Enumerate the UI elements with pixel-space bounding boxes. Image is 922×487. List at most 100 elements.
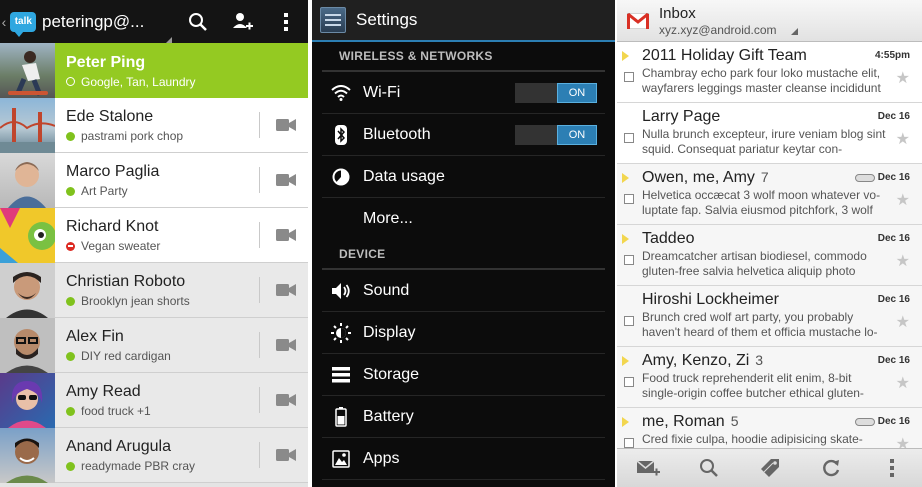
video-camera-icon[interactable] (272, 440, 300, 470)
star-icon[interactable]: ★ (896, 312, 910, 332)
bottom-action-bar (617, 448, 922, 487)
settings-item-battery[interactable]: Battery (322, 396, 605, 438)
settings-item-wifi[interactable]: Wi-Fi ON (322, 72, 605, 114)
settings-item-storage[interactable]: Storage (322, 354, 605, 396)
settings-item-label: Apps (363, 449, 400, 467)
divider (259, 277, 260, 303)
divider (259, 167, 260, 193)
refresh-icon[interactable] (811, 452, 851, 484)
message-row[interactable]: 2011 Holiday Gift Team 4:55pm Chambray e… (617, 42, 922, 103)
message-date: 4:55pm (874, 50, 910, 61)
settings-item-label: Data usage (363, 167, 445, 185)
message-row[interactable]: Hiroshi Lockheimer Dec 16 Brunch cred wo… (617, 286, 922, 347)
video-camera-icon[interactable] (272, 275, 300, 305)
star-icon[interactable]: ★ (896, 129, 910, 149)
contact-row[interactable]: Richard Knot Vegan sweater (0, 207, 308, 263)
video-camera-icon[interactable] (272, 110, 300, 140)
important-marker-icon (622, 51, 629, 61)
presence-icon (66, 131, 75, 141)
settings-item-more[interactable]: More... (322, 198, 605, 240)
avatar (0, 207, 55, 263)
talk-logo[interactable]: ‹ talk (0, 0, 42, 43)
select-checkbox[interactable] (624, 133, 634, 143)
star-icon[interactable]: ★ (896, 251, 910, 271)
settings-item-label: Display (363, 323, 416, 341)
video-camera-icon[interactable] (272, 165, 300, 195)
contact-row[interactable]: Amy Read food truck +1 (0, 372, 308, 428)
video-camera-icon[interactable] (272, 220, 300, 250)
talk-action-bar: ‹ talk peteringp@... (0, 0, 308, 44)
bluetooth-toggle[interactable]: ON (515, 124, 597, 145)
contact-row[interactable]: Ede Stalone pastrami pork chop (0, 97, 308, 153)
talk-logo-text: talk (14, 16, 32, 27)
account-selector[interactable]: peteringp@... (42, 12, 176, 44)
select-checkbox[interactable] (624, 194, 634, 204)
contact-name: Ede Stalone (66, 108, 154, 125)
label-tag-icon (854, 173, 875, 182)
settings-item-display[interactable]: Display (322, 312, 605, 354)
settings-item-label: More... (363, 210, 413, 227)
avatar (0, 262, 55, 318)
star-icon[interactable]: ★ (896, 373, 910, 393)
avatar (0, 317, 55, 373)
settings-item-label: Battery (363, 407, 414, 425)
settings-item-apps[interactable]: Apps (322, 438, 605, 480)
message-row[interactable]: Taddeo Dec 16 Dreamcatcher artisan biodi… (617, 225, 922, 286)
storage-icon (327, 363, 355, 387)
page-title: Inbox (659, 4, 696, 22)
settings-action-bar: Settings (312, 0, 615, 42)
select-checkbox[interactable] (624, 377, 634, 387)
select-checkbox[interactable] (624, 438, 634, 448)
settings-app-icon[interactable] (320, 7, 346, 33)
battery-icon (327, 405, 355, 429)
contact-row[interactable]: Christian Roboto Brooklyn jean shorts (0, 262, 308, 318)
settings-app: Settings WIRELESS & NETWORKS Wi-Fi ON Bl… (312, 0, 615, 487)
toggle-state: ON (557, 82, 597, 103)
important-marker-icon (622, 234, 629, 244)
add-contact-icon[interactable] (220, 0, 264, 43)
settings-item-sound[interactable]: Sound (322, 270, 605, 312)
select-checkbox[interactable] (624, 255, 634, 265)
toggle-state: ON (557, 124, 597, 145)
contact-status: Brooklyn jean shorts (81, 294, 190, 308)
important-marker-icon (622, 417, 629, 427)
select-checkbox[interactable] (624, 316, 634, 326)
message-date: Dec 16 (877, 172, 910, 183)
sound-icon (327, 279, 355, 303)
bluetooth-icon (327, 123, 355, 147)
wifi-icon (327, 81, 355, 105)
message-row[interactable]: Larry Page Dec 16 Nulla brunch excepteur… (617, 103, 922, 164)
video-camera-icon[interactable] (272, 385, 300, 415)
message-date: Dec 16 (877, 233, 910, 244)
search-icon[interactable] (689, 452, 729, 484)
message-row[interactable]: Amy, Kenzo, Zi 3 Dec 16 Food truck repreh… (617, 347, 922, 408)
contact-row[interactable]: Alex Fin DIY red cardigan (0, 317, 308, 373)
message-date: Dec 16 (877, 355, 910, 366)
overflow-menu-icon[interactable] (264, 0, 308, 43)
contact-row[interactable]: Anand Arugula readymade PBR cray (0, 427, 308, 483)
compose-icon[interactable] (628, 452, 668, 484)
select-checkbox[interactable] (624, 72, 634, 82)
message-snippet: Helvetica occæcat 3 wolf moon whatever v… (642, 188, 881, 217)
star-icon[interactable]: ★ (896, 190, 910, 210)
data-usage-icon (327, 165, 355, 189)
contact-status: Vegan sweater (81, 239, 161, 253)
section-header-wireless: WIRELESS & NETWORKS (322, 42, 605, 72)
message-row[interactable]: Owen, me, Amy 7 Dec 16 Helvetica occæcat … (617, 164, 922, 225)
wifi-toggle[interactable]: ON (515, 82, 597, 103)
video-camera-icon[interactable] (272, 330, 300, 360)
contact-row[interactable]: Marco Paglia Art Party (0, 152, 308, 208)
settings-item-bluetooth[interactable]: Bluetooth ON (322, 114, 605, 156)
settings-item-data-usage[interactable]: Data usage (322, 156, 605, 198)
dropdown-corner-icon (791, 28, 798, 35)
presence-icon (66, 296, 75, 306)
gmail-action-bar: Inbox xyz.xyz@android.com (617, 0, 922, 42)
search-icon[interactable] (176, 0, 220, 43)
star-icon[interactable]: ★ (896, 68, 910, 88)
contact-row[interactable]: Peter Ping Google, Tan, Laundry (0, 43, 308, 98)
gmail-logo-icon[interactable] (626, 12, 650, 29)
message-sender: Taddeo (642, 230, 695, 247)
labels-icon[interactable] (750, 452, 790, 484)
overflow-menu-icon[interactable] (872, 452, 912, 484)
presence-icon (66, 406, 75, 416)
